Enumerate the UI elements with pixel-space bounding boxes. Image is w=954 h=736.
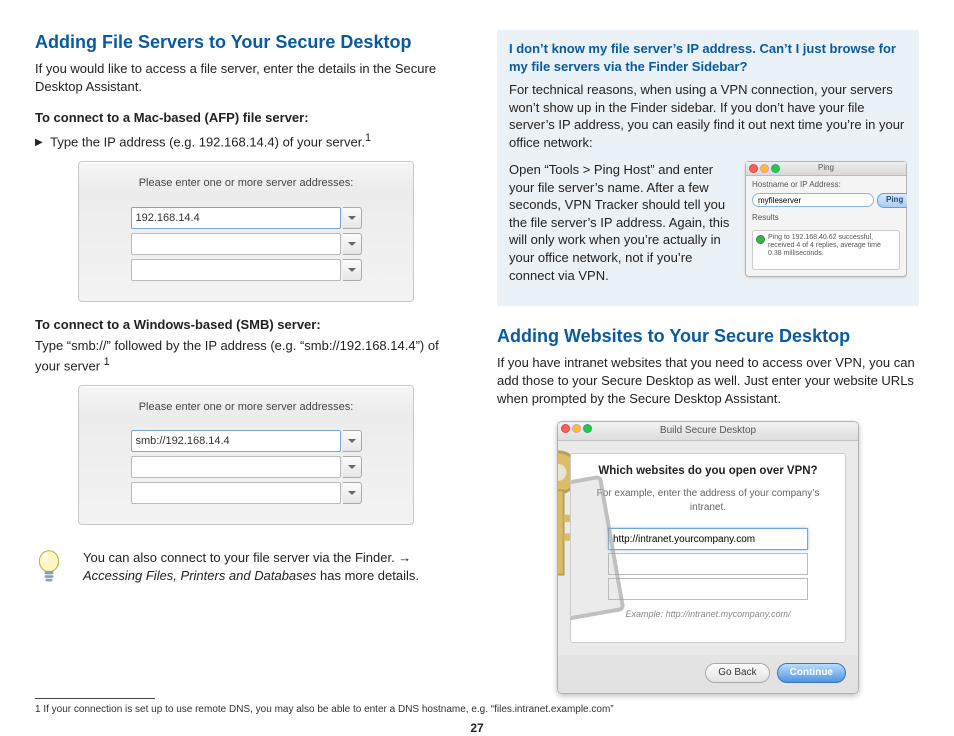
traffic-light-icons bbox=[749, 164, 780, 173]
smb-step-text: Type “smb://” followed by the IP address… bbox=[35, 338, 439, 373]
smb-address-panel: Please enter one or more server addresse… bbox=[78, 385, 414, 526]
afp-step: ▶ Type the IP address (e.g. 192.168.14.4… bbox=[35, 131, 457, 151]
callout-paragraph-1: For technical reasons, when using a VPN … bbox=[509, 81, 907, 151]
page-number: 27 bbox=[35, 720, 919, 736]
ping-result-text: Ping to 192.168.40.62 successful, receiv… bbox=[768, 234, 896, 259]
build-secure-desktop-window: Build Secure Desktop Which websites do y… bbox=[557, 421, 859, 694]
afp-subhead: To connect to a Mac-based (AFP) file ser… bbox=[35, 109, 457, 127]
bsd-url-input-1[interactable] bbox=[608, 528, 808, 550]
lightbulb-icon bbox=[35, 549, 67, 596]
close-icon bbox=[749, 164, 758, 173]
dropdown-chevron-icon[interactable] bbox=[343, 456, 362, 478]
dropdown-chevron-icon[interactable] bbox=[343, 233, 362, 255]
ping-field-label: Hostname or IP Address: bbox=[752, 180, 900, 191]
afp-address-input-3[interactable] bbox=[131, 259, 341, 281]
dropdown-chevron-icon[interactable] bbox=[343, 259, 362, 281]
ping-host-input[interactable] bbox=[752, 193, 874, 207]
bsd-form-card: Which websites do you open over VPN? For… bbox=[570, 453, 846, 644]
tip-text: You can also connect to your file server… bbox=[83, 549, 457, 584]
afp-footnote-ref: 1 bbox=[365, 132, 371, 144]
afp-address-panel: Please enter one or more server addresse… bbox=[78, 161, 414, 302]
minimize-icon bbox=[572, 424, 581, 433]
ping-button[interactable]: Ping bbox=[877, 193, 907, 208]
close-icon bbox=[561, 424, 570, 433]
heading-websites: Adding Websites to Your Secure Desktop bbox=[497, 324, 919, 348]
smb-subhead: To connect to a Windows-based (SMB) serv… bbox=[35, 316, 457, 334]
websites-paragraph: If you have intranet websites that you n… bbox=[497, 354, 919, 407]
bsd-question: Which websites do you open over VPN? bbox=[583, 464, 833, 480]
callout-title: I don’t know my file server’s IP address… bbox=[509, 40, 907, 75]
success-dot-icon bbox=[756, 235, 765, 244]
triangle-bullet-icon: ▶ bbox=[35, 136, 43, 150]
dropdown-chevron-icon[interactable] bbox=[343, 482, 362, 504]
bsd-url-input-3[interactable] bbox=[608, 578, 808, 600]
bsd-hint: For example, enter the address of your c… bbox=[583, 487, 833, 514]
intro-file-servers: If you would like to access a file serve… bbox=[35, 60, 457, 95]
bsd-url-input-2[interactable] bbox=[608, 553, 808, 575]
traffic-light-icons bbox=[561, 424, 592, 433]
smb-address-input-1[interactable] bbox=[131, 430, 341, 452]
footnote-text: 1 If your connection is set up to use re… bbox=[35, 703, 919, 717]
afp-address-input-1[interactable] bbox=[131, 207, 341, 229]
ping-window-title: Ping bbox=[746, 162, 906, 176]
afp-step-text: Type the IP address (e.g. 192.168.14.4) … bbox=[50, 134, 365, 149]
smb-address-input-2[interactable] bbox=[131, 456, 341, 478]
ping-results-label: Results bbox=[752, 213, 900, 224]
go-back-button[interactable]: Go Back bbox=[705, 663, 769, 683]
continue-button[interactable]: Continue bbox=[777, 663, 846, 683]
smb-panel-label: Please enter one or more server addresse… bbox=[91, 400, 401, 415]
zoom-icon bbox=[771, 164, 780, 173]
afp-address-input-2[interactable] bbox=[131, 233, 341, 255]
ping-window-screenshot: Ping Hostname or IP Address: Ping Result… bbox=[745, 161, 907, 277]
sidebar-callout: I don’t know my file server’s IP address… bbox=[497, 30, 919, 306]
footnote-rule bbox=[35, 698, 155, 699]
smb-address-input-3[interactable] bbox=[131, 482, 341, 504]
smb-footnote-ref: 1 bbox=[104, 356, 110, 368]
heading-file-servers: Adding File Servers to Your Secure Deskt… bbox=[35, 30, 457, 54]
zoom-icon bbox=[583, 424, 592, 433]
afp-panel-label: Please enter one or more server addresse… bbox=[91, 176, 401, 191]
smb-step: Type “smb://” followed by the IP address… bbox=[35, 337, 457, 374]
tip-block: You can also connect to your file server… bbox=[35, 549, 457, 596]
dropdown-chevron-icon[interactable] bbox=[343, 207, 362, 229]
bsd-window-title: Build Secure Desktop bbox=[558, 422, 858, 441]
minimize-icon bbox=[760, 164, 769, 173]
dropdown-chevron-icon[interactable] bbox=[343, 430, 362, 452]
ping-result-box: Ping to 192.168.40.62 successful, receiv… bbox=[752, 230, 900, 270]
